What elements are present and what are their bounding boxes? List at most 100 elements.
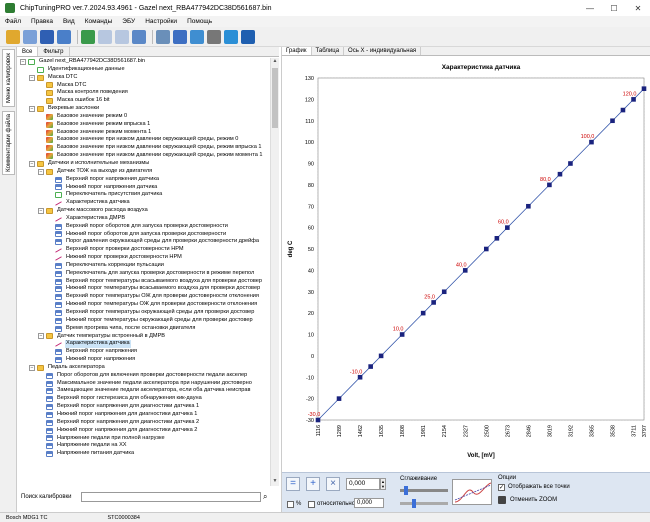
tree-scrollbar[interactable]: ▲ ▼ [270,58,279,486]
tree-item[interactable]: Переключатель присутствия датчика [17,191,270,199]
tree-item[interactable]: Базовое значение режим 0 [17,113,270,121]
tree-item[interactable]: Верхний порог напряжения датчика [17,176,270,184]
tree-collapse-icon[interactable]: − [38,207,44,214]
plus-button[interactable]: + [306,477,320,491]
diamond-icon[interactable] [173,29,187,44]
tree-item[interactable]: − Датчик температуры встроенный в ДМРВ [17,333,270,341]
tree-item[interactable]: Нижний порог проверки достоверности НРМ [17,254,270,262]
tree-item[interactable]: − Датчик ТОЖ на выходе из двигателя [17,168,270,176]
tree-item[interactable]: Маска ошибок 16 bit [17,97,270,105]
tree-item[interactable]: Идентификационные данные [17,66,270,74]
tree-item[interactable]: Базовое значение при низком давлении окр… [17,144,270,152]
sensor-characteristic-chart[interactable]: 1116 1289 1462 1635 1808 1981 2154 2327 2500 2673… [282,56,650,471]
edit-value-stepper[interactable]: ▲ ▼ [380,478,386,490]
tree-item[interactable]: Характеристика ДМРВ [17,215,270,223]
data-point[interactable] [315,417,321,423]
tree-item[interactable]: Характеристика датчика [17,199,270,207]
tree-item[interactable]: Верхний порог температуры ОЖ для проверк… [17,293,270,301]
menu-view[interactable]: Вид [58,18,80,25]
menu-settings[interactable]: Настройки [140,18,182,25]
open-folder-icon[interactable] [6,29,20,44]
tree-item[interactable]: Маска контроля поведения [17,89,270,97]
tree-item[interactable]: − Маска DTC [17,74,270,82]
search-input[interactable] [81,492,261,502]
scroll-up-icon[interactable]: ▲ [271,58,279,66]
save-icon[interactable] [40,29,54,44]
data-point[interactable] [557,171,563,177]
maximize-button[interactable]: ☐ [602,0,626,16]
smoothing-range[interactable] [400,502,448,505]
tree-item[interactable]: Переключатель коррекции пульсации [17,262,270,270]
tab-all[interactable]: Все [17,47,39,56]
tree-item[interactable]: − Gazel next_RBA477942DC38D561687.bin [17,58,270,66]
menu-ecu[interactable]: ЭБУ [117,18,140,25]
data-point[interactable] [526,203,531,209]
menu-commands[interactable]: Команды [80,18,118,25]
data-point[interactable] [378,353,384,359]
data-point[interactable] [441,289,447,295]
tree-collapse-icon[interactable]: − [29,105,35,112]
tree-item[interactable]: Порог оборотов для включения проверки до… [17,372,270,380]
tree-item[interactable]: Верхний порог оборотов для запуска прове… [17,223,270,231]
tab-filter[interactable]: Фильтр [38,47,70,56]
data-point[interactable] [431,300,436,305]
data-point[interactable] [620,107,626,113]
tree-item[interactable]: Нижний порог напряжения для диагностики … [17,427,270,435]
side-tab-calibration-menu[interactable]: Меню калибровок [2,49,15,107]
search-icon[interactable]: ⌕ [263,492,273,502]
tree-item[interactable]: Верхний порог проверки достоверности НРМ [17,246,270,254]
minimize-button[interactable]: — [578,0,602,16]
data-point[interactable] [368,364,373,369]
tree-collapse-icon[interactable]: − [38,333,44,340]
scroll-down-icon[interactable]: ▼ [271,478,279,486]
menu-file[interactable]: Файл [0,18,26,25]
tree-item[interactable]: Переключатель для запуска проверки досто… [17,270,270,278]
close-button[interactable]: ✕ [626,0,650,16]
smoothing-slider-thumb[interactable] [404,486,408,495]
smoothing-range-thumb[interactable] [412,499,416,508]
data-point[interactable] [357,374,363,380]
tree-item[interactable]: − Вихревые заслонки [17,105,270,113]
tab-x-axis[interactable]: Ось X - индивидуальная [344,47,422,55]
tree-collapse-icon[interactable]: − [29,364,35,371]
tree-item[interactable]: Нижний порог напряжения датчика [17,184,270,192]
tree-item[interactable]: Напряжение питания датчика [17,450,270,458]
tree-collapse-icon[interactable]: − [38,168,44,175]
paste-icon[interactable] [115,29,129,44]
calibration-tree[interactable]: − Gazel next_RBA477942DC38D561687.bin Иден… [17,58,270,486]
multiply-button[interactable]: × [326,477,340,491]
tree-collapse-icon[interactable]: − [20,58,26,65]
tree-item[interactable]: − Датчик массового расхода воздуха [17,207,270,215]
tree-item[interactable]: Нижний порог температуры окружающей сред… [17,317,270,325]
tree-item[interactable]: Время прогрева чипа, после остановки дви… [17,325,270,333]
equals-button[interactable]: = [286,477,300,491]
tree-item[interactable]: Максимальное значение педали акселератор… [17,380,270,388]
tree-item[interactable]: Базовое значение при низком давлении окр… [17,152,270,160]
scroll-thumb[interactable] [272,68,278,128]
tree-item[interactable]: Характеристика датчика [17,340,270,349]
percent-checkbox[interactable] [287,501,294,508]
globe-icon[interactable] [224,29,238,44]
data-point[interactable] [589,139,594,145]
search-icon[interactable] [190,29,204,44]
tree-collapse-icon[interactable]: − [29,160,35,167]
edit-value-field[interactable]: 0,000 [346,478,380,490]
save-as-icon[interactable] [57,29,71,44]
data-point[interactable] [641,86,647,91]
data-point[interactable] [462,268,468,273]
paste-special-icon[interactable] [132,29,146,44]
tree-item[interactable]: Напряжение педали на XX [17,442,270,450]
chart-area[interactable]: 1116 1289 1462 1635 1808 1981 2154 2327 2500 2673… [282,56,650,471]
compare-icon[interactable] [81,29,95,44]
menu-help[interactable]: Помощь [182,18,217,25]
data-point[interactable] [494,236,500,241]
data-point[interactable] [568,161,573,166]
tools-icon[interactable] [207,29,221,44]
zoom-reset-icon[interactable] [498,496,506,504]
data-point[interactable] [505,225,510,230]
relative-checkbox[interactable] [308,501,315,508]
data-point[interactable] [420,310,426,316]
tree-item[interactable]: Маска DTC [17,82,270,90]
help-icon[interactable] [241,29,255,44]
tree-collapse-icon[interactable]: − [29,74,35,81]
